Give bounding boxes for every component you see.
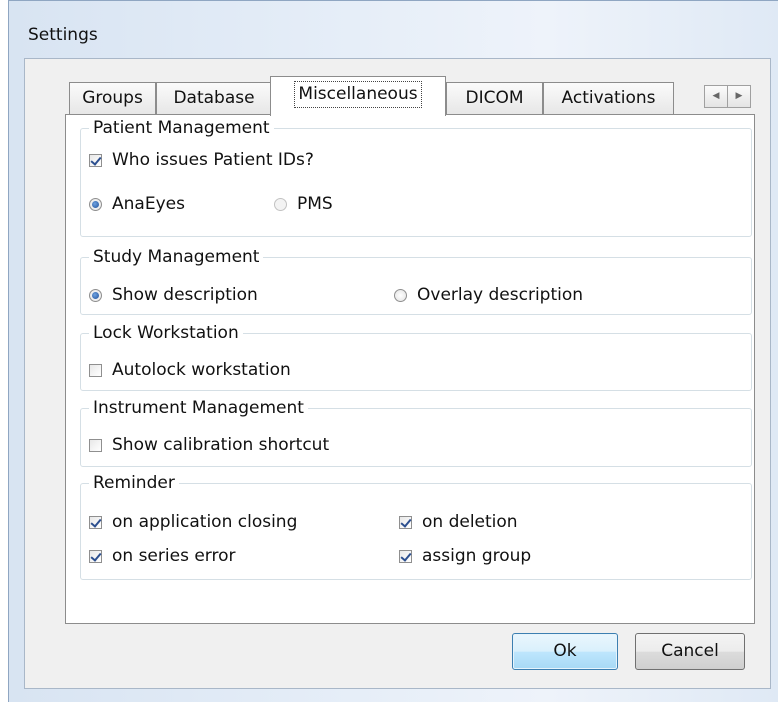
autolock-workstation-checkbox[interactable]: Autolock workstation (89, 360, 291, 380)
patient-management-group: Patient Management Who issues Patient ID… (80, 117, 752, 237)
autolock-workstation-label: Autolock workstation (112, 360, 291, 380)
reminder-title: Reminder (89, 472, 179, 494)
lock-workstation-group: Lock Workstation Autolock workstation (80, 322, 752, 391)
anaeyes-radio[interactable]: AnaEyes (89, 194, 185, 214)
show-description-label: Show description (112, 285, 258, 305)
on-application-closing-label: on application closing (112, 512, 298, 532)
title-bar[interactable]: Settings (9, 1, 778, 59)
tab-groups[interactable]: Groups (69, 82, 156, 115)
reminder-group: Reminder on application closing on delet… (80, 472, 752, 580)
tab-dicom-label: DICOM (465, 88, 524, 108)
dialog-client-area: Groups Database Miscellaneous DICOM Acti… (24, 58, 771, 689)
on-deletion-label: on deletion (422, 512, 518, 532)
checkbox-checked-icon (89, 549, 102, 563)
settings-window: Settings Groups Database Miscellaneous D… (8, 0, 778, 702)
study-management-title: Study Management (89, 246, 264, 268)
assign-group-label: assign group (422, 546, 532, 566)
arrow-left-icon: ◀ (712, 91, 720, 101)
radio-selected-icon (89, 197, 102, 211)
arrow-right-icon: ▶ (735, 91, 743, 101)
tab-groups-label: Groups (82, 88, 143, 108)
on-series-error-label: on series error (112, 546, 236, 566)
tab-database[interactable]: Database (156, 82, 272, 115)
tab-dicom[interactable]: DICOM (446, 82, 543, 115)
tab-database-label: Database (173, 88, 255, 108)
instrument-management-group: Instrument Management Show calibration s… (80, 397, 752, 467)
overlay-description-radio[interactable]: Overlay description (394, 285, 583, 305)
show-calibration-shortcut-label: Show calibration shortcut (112, 435, 330, 455)
tab-activations-label: Activations (561, 88, 656, 108)
cancel-button[interactable]: Cancel (635, 633, 745, 670)
checkbox-checked-icon (399, 549, 412, 563)
show-calibration-shortcut-checkbox[interactable]: Show calibration shortcut (89, 435, 329, 455)
who-issues-patient-ids-checkbox[interactable]: Who issues Patient IDs? (89, 150, 314, 170)
tab-miscellaneous[interactable]: Miscellaneous (270, 76, 446, 116)
window-title: Settings (28, 25, 98, 45)
on-application-closing-checkbox[interactable]: on application closing (89, 512, 297, 532)
checkbox-unchecked-icon (89, 438, 102, 452)
on-deletion-checkbox[interactable]: on deletion (399, 512, 518, 532)
on-series-error-checkbox[interactable]: on series error (89, 546, 235, 566)
checkbox-unchecked-icon (89, 363, 102, 377)
pms-radio[interactable]: PMS (274, 194, 333, 214)
checkbox-checked-icon (399, 515, 412, 529)
show-description-radio[interactable]: Show description (89, 285, 258, 305)
assign-group-checkbox[interactable]: assign group (399, 546, 531, 566)
overlay-description-label: Overlay description (417, 285, 584, 305)
radio-disabled-icon (274, 197, 287, 211)
checkbox-checked-icon (89, 515, 102, 529)
ok-button[interactable]: Ok (512, 633, 618, 670)
lock-workstation-title: Lock Workstation (89, 322, 243, 344)
pms-label: PMS (297, 194, 333, 214)
anaeyes-label: AnaEyes (112, 194, 185, 214)
tab-activations[interactable]: Activations (543, 82, 674, 115)
checkbox-checked-icon (89, 153, 102, 167)
miscellaneous-tab-page: Patient Management Who issues Patient ID… (65, 114, 755, 624)
tab-miscellaneous-label: Miscellaneous (294, 81, 422, 108)
radio-selected-icon (89, 288, 102, 302)
instrument-management-title: Instrument Management (89, 397, 308, 419)
study-management-group: Study Management Show description Overla… (80, 246, 752, 315)
who-issues-patient-ids-label: Who issues Patient IDs? (112, 150, 314, 170)
radio-unselected-icon (394, 288, 407, 302)
patient-management-title: Patient Management (89, 117, 274, 139)
tab-scroll-left-button[interactable]: ◀ (704, 85, 728, 108)
tab-scroll-right-button[interactable]: ▶ (727, 85, 751, 108)
